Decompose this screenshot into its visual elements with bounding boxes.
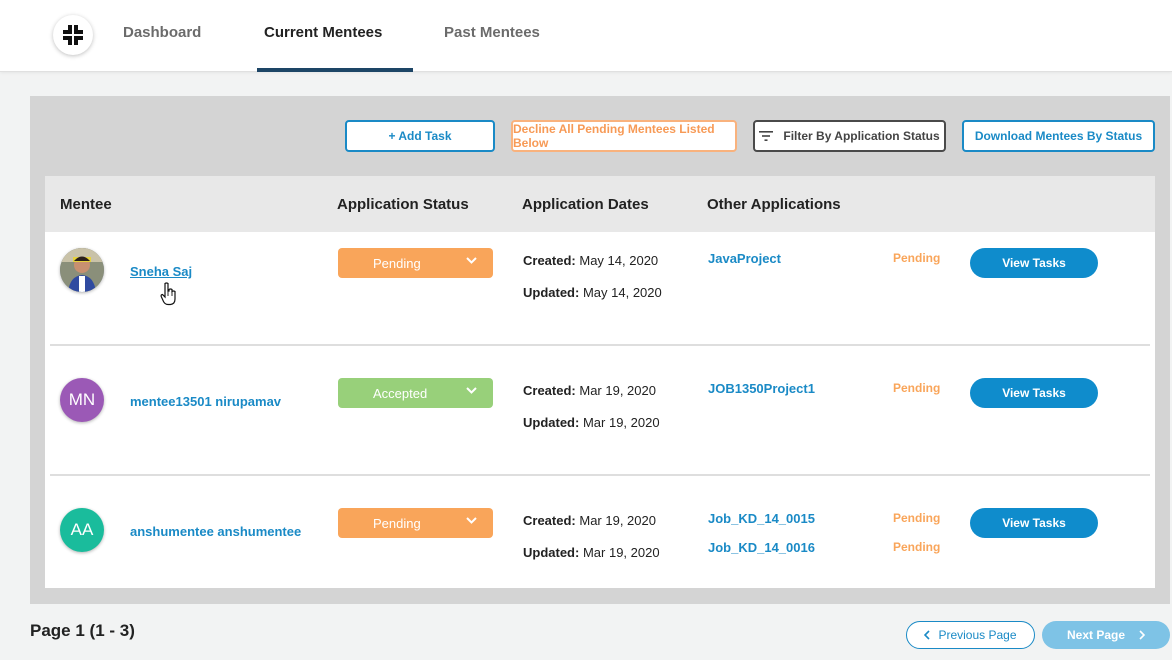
tab-dashboard[interactable]: Dashboard xyxy=(123,24,201,72)
chevron-left-icon xyxy=(924,630,931,640)
updated-value: Mar 19, 2020 xyxy=(582,545,660,560)
created-value: Mar 19, 2020 xyxy=(579,513,656,528)
updated-value: May 14, 2020 xyxy=(582,285,662,300)
other-application-status: Pending xyxy=(893,540,941,554)
avatar[interactable]: AA xyxy=(60,508,104,552)
next-page-button[interactable]: Next Page xyxy=(1042,621,1170,649)
status-dropdown[interactable]: Pending xyxy=(338,248,493,278)
mentee-name-link[interactable]: mentee13501 nirupamav xyxy=(130,394,281,409)
table-row: Sneha Saj Pending Created: May 14, 2020 … xyxy=(45,232,1155,346)
tab-past-mentees[interactable]: Past Mentees xyxy=(444,24,540,72)
previous-page-button[interactable]: Previous Page xyxy=(906,621,1035,649)
top-nav: Dashboard Current Mentees Past Mentees xyxy=(0,0,1172,72)
column-header-application-dates: Application Dates xyxy=(522,196,649,213)
chevron-down-icon xyxy=(466,387,477,394)
created-value: May 14, 2020 xyxy=(579,253,659,268)
table-row: MN mentee13501 nirupamav Accepted Create… xyxy=(45,362,1155,476)
other-application-link[interactable]: Job_KD_14_0016 xyxy=(708,540,815,555)
updated-label: Updated: xyxy=(523,415,580,430)
previous-page-label: Previous Page xyxy=(938,628,1017,642)
column-header-application-status: Application Status xyxy=(337,196,469,213)
add-task-button[interactable]: + Add Task xyxy=(345,120,495,152)
column-header-mentee: Mentee xyxy=(60,196,112,213)
other-application-link[interactable]: JavaProject xyxy=(708,251,781,266)
status-dropdown[interactable]: Pending xyxy=(338,508,493,538)
next-page-label: Next Page xyxy=(1066,628,1126,642)
hand-cursor-icon xyxy=(160,282,176,306)
other-application-status: Pending xyxy=(893,251,941,265)
updated-date: Updated: Mar 19, 2020 xyxy=(523,545,660,560)
status-dropdown[interactable]: Accepted xyxy=(338,378,493,408)
updated-value: Mar 19, 2020 xyxy=(582,415,660,430)
page-info: Page 1 (1 - 3) xyxy=(30,621,135,640)
chevron-down-icon xyxy=(466,517,477,524)
updated-label: Updated: xyxy=(523,285,580,300)
other-application-link[interactable]: JOB1350Project1 xyxy=(708,381,815,396)
created-date: Created: Mar 19, 2020 xyxy=(523,513,656,528)
created-label: Created: xyxy=(523,253,576,268)
created-label: Created: xyxy=(523,383,576,398)
updated-label: Updated: xyxy=(523,545,580,560)
created-date: Created: Mar 19, 2020 xyxy=(523,383,656,398)
status-value: Pending xyxy=(373,515,421,531)
row-divider xyxy=(50,344,1150,346)
view-tasks-button[interactable]: View Tasks xyxy=(970,378,1098,408)
filter-status-label: Filter By Application Status xyxy=(783,129,940,143)
mentee-name-link[interactable]: Sneha Saj xyxy=(130,264,192,279)
filter-icon xyxy=(759,131,774,141)
filter-status-button[interactable]: Filter By Application Status xyxy=(753,120,946,152)
tab-current-mentees[interactable]: Current Mentees xyxy=(264,24,382,72)
mentee-name-link[interactable]: anshumentee anshumentee xyxy=(130,524,301,539)
row-divider xyxy=(50,474,1150,476)
view-tasks-button[interactable]: View Tasks xyxy=(970,508,1098,538)
other-application-link[interactable]: Job_KD_14_0015 xyxy=(708,511,815,526)
view-tasks-button[interactable]: View Tasks xyxy=(970,248,1098,278)
download-mentees-button[interactable]: Download Mentees By Status xyxy=(962,120,1155,152)
active-tab-indicator xyxy=(257,68,413,72)
status-value: Pending xyxy=(373,255,421,271)
mentees-table: Mentee Application Status Application Da… xyxy=(45,176,1155,588)
created-value: Mar 19, 2020 xyxy=(579,383,656,398)
chevron-right-icon xyxy=(1139,630,1146,640)
updated-date: Updated: May 14, 2020 xyxy=(523,285,662,300)
column-header-other-applications: Other Applications xyxy=(707,196,841,213)
avatar[interactable]: MN xyxy=(60,378,104,422)
other-application-status: Pending xyxy=(893,511,941,525)
chevron-down-icon xyxy=(466,257,477,264)
updated-date: Updated: Mar 19, 2020 xyxy=(523,415,660,430)
decline-all-pending-button[interactable]: Decline All Pending Mentees Listed Below xyxy=(511,120,737,152)
created-date: Created: May 14, 2020 xyxy=(523,253,658,268)
created-label: Created: xyxy=(523,513,576,528)
logo-icon[interactable] xyxy=(53,15,93,55)
table-row: AA anshumentee anshumentee Pending Creat… xyxy=(45,492,1155,606)
status-value: Accepted xyxy=(373,385,428,401)
table-header: Mentee Application Status Application Da… xyxy=(45,176,1155,232)
other-application-status: Pending xyxy=(893,381,941,395)
avatar[interactable] xyxy=(60,248,104,292)
